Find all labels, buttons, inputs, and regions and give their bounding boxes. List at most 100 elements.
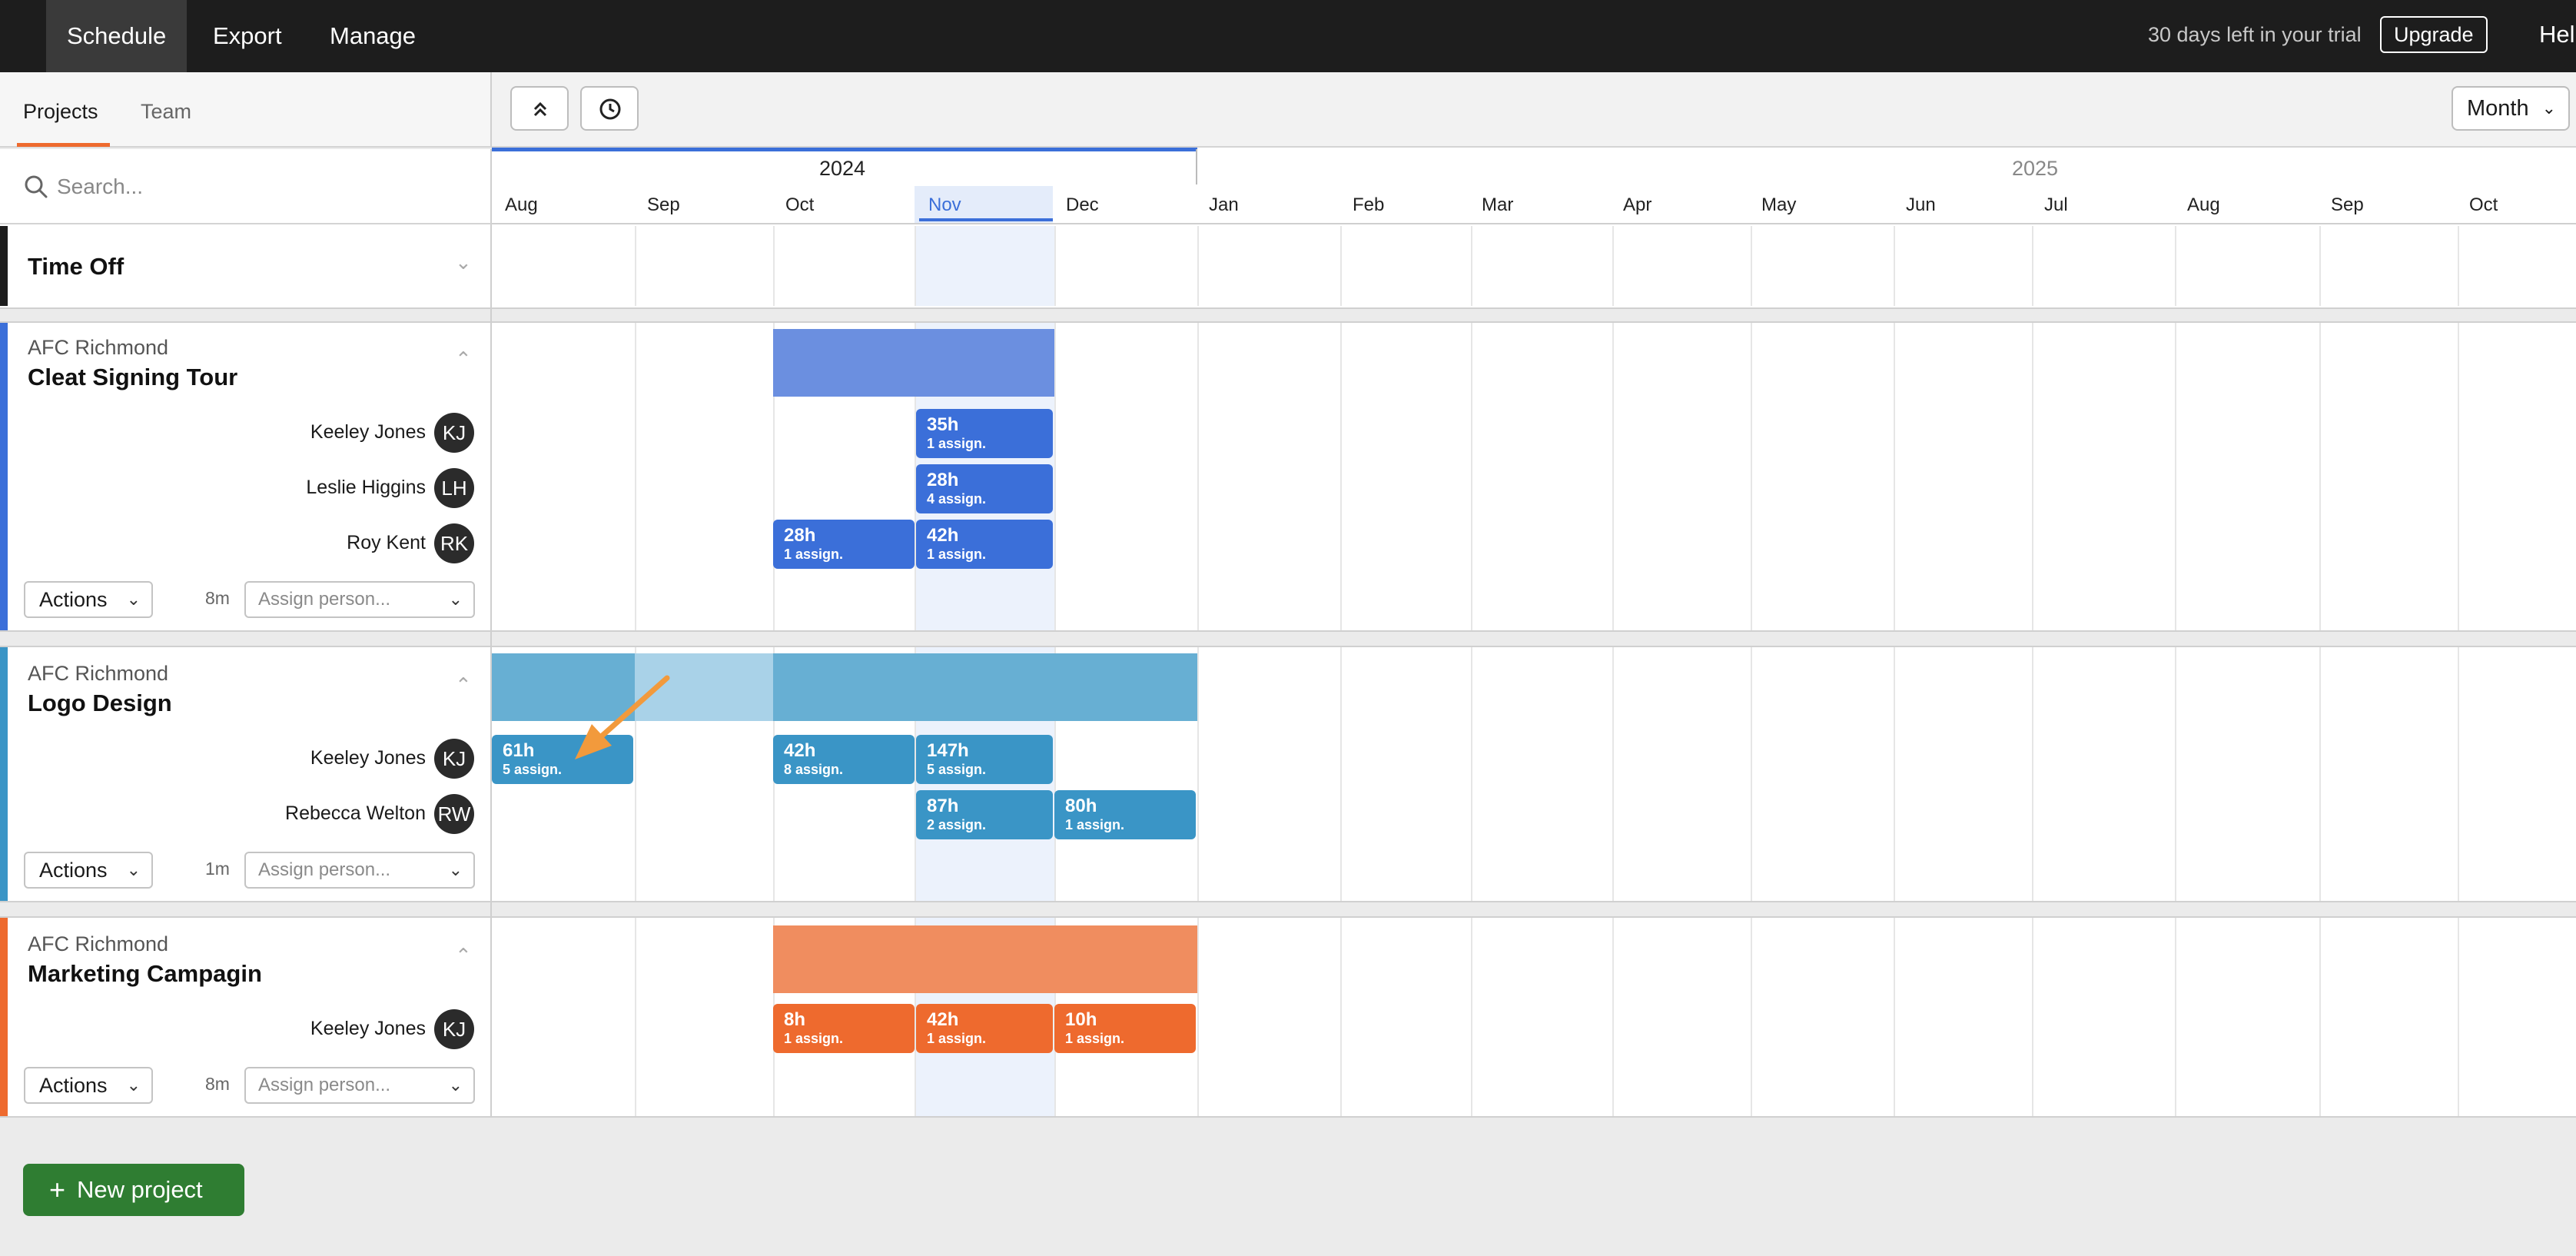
assign-placeholder: Assign person... — [258, 1075, 391, 1095]
assign-person-select[interactable]: Assign person... ⌄ — [244, 581, 475, 618]
allocation-chip[interactable]: 147h 5 assign. — [916, 735, 1053, 784]
person-name: Roy Kent — [347, 532, 426, 553]
grid-line — [915, 226, 916, 306]
chevron-down-icon: ⌄ — [126, 1075, 141, 1095]
nav-tab-export[interactable]: Export — [192, 0, 303, 72]
allocation-chip[interactable]: 10h 1 assign. — [1054, 1004, 1196, 1053]
allocation-chip[interactable]: 42h 8 assign. — [773, 735, 915, 784]
month-label-aug-2025: Aug — [2187, 194, 2220, 215]
chevron-down-icon: ⌄ — [126, 590, 141, 609]
allocation-chip[interactable]: 87h 2 assign. — [916, 790, 1053, 839]
year-2024-indicator — [492, 148, 1197, 151]
new-project-button[interactable]: + New project — [23, 1164, 244, 1216]
chip-assignments: 2 assign. — [927, 817, 987, 832]
chevron-down-icon: ⌄ — [448, 860, 463, 879]
grid-line — [2032, 918, 2033, 1116]
grid-line — [2032, 226, 2033, 306]
time-off-row — [0, 224, 2576, 309]
chevron-up-icon[interactable]: ⌃ — [455, 347, 472, 371]
collapse-all-button[interactable] — [510, 86, 569, 131]
grid-line — [2319, 323, 2321, 630]
allocation-chip[interactable]: 28h 1 assign. — [773, 520, 915, 569]
assign-person-select[interactable]: Assign person... ⌄ — [244, 852, 475, 889]
month-label-apr-2025: Apr — [1623, 194, 1652, 215]
project-name[interactable]: Marketing Campagin — [28, 960, 262, 988]
view-select-value: Month — [2467, 96, 2529, 121]
month-label-aug-2024: Aug — [505, 194, 538, 215]
chip-assignments: 1 assign. — [927, 1031, 987, 1046]
month-label-jan-2025: Jan — [1209, 194, 1239, 215]
grid-line — [2458, 647, 2459, 901]
grid-line — [1340, 323, 1342, 630]
person-name: Keeley Jones — [310, 747, 426, 769]
month-label-oct-2024: Oct — [785, 194, 815, 215]
avatar[interactable]: KJ — [434, 739, 474, 779]
grid-line — [1894, 918, 1895, 1116]
time-off-label[interactable]: Time Off — [28, 253, 124, 281]
chevron-down-icon[interactable]: ⌄ — [455, 251, 472, 274]
chevron-up-icon[interactable]: ⌃ — [455, 673, 472, 697]
project-client: AFC Richmond — [28, 662, 169, 685]
person-name: Keeley Jones — [310, 1018, 426, 1039]
grid-line — [1340, 647, 1342, 901]
project-name[interactable]: Cleat Signing Tour — [28, 364, 237, 391]
grid-line — [1612, 647, 1614, 901]
chip-hours: 80h — [1065, 796, 1097, 816]
chevron-down-icon: ⌄ — [2541, 98, 2556, 118]
allocation-chip[interactable]: 42h 1 assign. — [916, 1004, 1053, 1053]
help-link[interactable]: Hel — [2539, 0, 2575, 72]
avatar[interactable]: KJ — [434, 413, 474, 453]
annotation-arrow-icon — [575, 675, 670, 759]
actions-button[interactable]: Actions ⌄ — [24, 852, 153, 889]
grid-line — [2032, 647, 2033, 901]
upgrade-button[interactable]: Upgrade — [2380, 16, 2488, 53]
person-name: Keeley Jones — [310, 421, 426, 443]
chevron-down-icon: ⌄ — [448, 1075, 463, 1095]
allocation-chip[interactable]: 42h 1 assign. — [916, 520, 1053, 569]
grid-line — [1471, 323, 1472, 630]
chip-hours: 10h — [1065, 1009, 1097, 1030]
chevrons-up-icon — [533, 101, 547, 117]
actions-label: Actions — [39, 859, 108, 882]
view-select[interactable]: Month ⌄ — [2452, 86, 2570, 131]
assign-placeholder: Assign person... — [258, 589, 391, 610]
nav-tab-schedule[interactable]: Schedule — [46, 0, 188, 72]
tab-projects[interactable]: Projects — [23, 100, 98, 124]
avatar[interactable]: RW — [434, 794, 474, 834]
grid-line — [1197, 647, 1199, 901]
grid-line — [1054, 323, 1056, 630]
project-timeline-bar[interactable] — [773, 329, 1054, 397]
actions-button[interactable]: Actions ⌄ — [24, 581, 153, 618]
month-label-sep-2024: Sep — [647, 194, 680, 215]
project-client: AFC Richmond — [28, 932, 169, 955]
grid-line — [1054, 226, 1056, 306]
allocation-chip[interactable]: 8h 1 assign. — [773, 1004, 915, 1053]
grid-line — [2175, 323, 2176, 630]
active-tab-underline — [17, 143, 110, 147]
month-label-dec-2024: Dec — [1066, 194, 1099, 215]
search-input[interactable] — [57, 171, 472, 203]
actions-button[interactable]: Actions ⌄ — [24, 1067, 153, 1104]
project-timeline-bar[interactable] — [773, 925, 1197, 993]
avatar[interactable]: RK — [434, 523, 474, 563]
grid-line — [1751, 226, 1752, 306]
chevron-up-icon[interactable]: ⌃ — [455, 944, 472, 968]
project-color-bar — [0, 647, 8, 901]
project-timeline-bar[interactable] — [773, 653, 1197, 721]
grid-line — [773, 226, 775, 306]
grid-line — [1471, 918, 1472, 1116]
allocation-chip[interactable]: 35h 1 assign. — [916, 409, 1053, 458]
tab-team[interactable]: Team — [141, 100, 191, 124]
chip-assignments: 1 assign. — [1065, 1031, 1125, 1046]
avatar[interactable]: KJ — [434, 1009, 474, 1049]
avatar[interactable]: LH — [434, 468, 474, 508]
year-divider — [1196, 149, 1197, 184]
grid-line — [1612, 918, 1614, 1116]
allocation-chip[interactable]: 28h 4 assign. — [916, 464, 1053, 513]
allocation-chip[interactable]: 80h 1 assign. — [1054, 790, 1196, 839]
assign-person-select[interactable]: Assign person... ⌄ — [244, 1067, 475, 1104]
history-button[interactable] — [580, 86, 639, 131]
grid-line — [1751, 323, 1752, 630]
nav-tab-manage[interactable]: Manage — [309, 0, 437, 72]
project-name[interactable]: Logo Design — [28, 689, 172, 717]
